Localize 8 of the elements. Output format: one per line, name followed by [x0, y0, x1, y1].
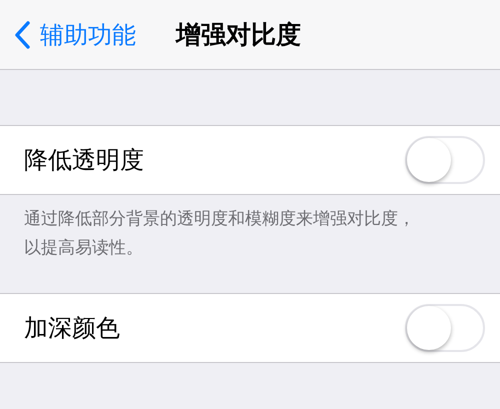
- setting-label: 降低透明度: [24, 145, 144, 176]
- back-button[interactable]: 辅助功能: [0, 18, 142, 52]
- setting-label: 加深颜色: [24, 313, 120, 344]
- back-chevron-icon: [14, 20, 30, 48]
- toggle-switch[interactable]: [405, 136, 485, 184]
- footer-text: 通过降低部分背景的透明度和模糊度来增强对比度，以提高易读性。: [23, 208, 416, 260]
- page-title: 增强对比度: [176, 19, 301, 51]
- toggle-switch[interactable]: [405, 304, 485, 352]
